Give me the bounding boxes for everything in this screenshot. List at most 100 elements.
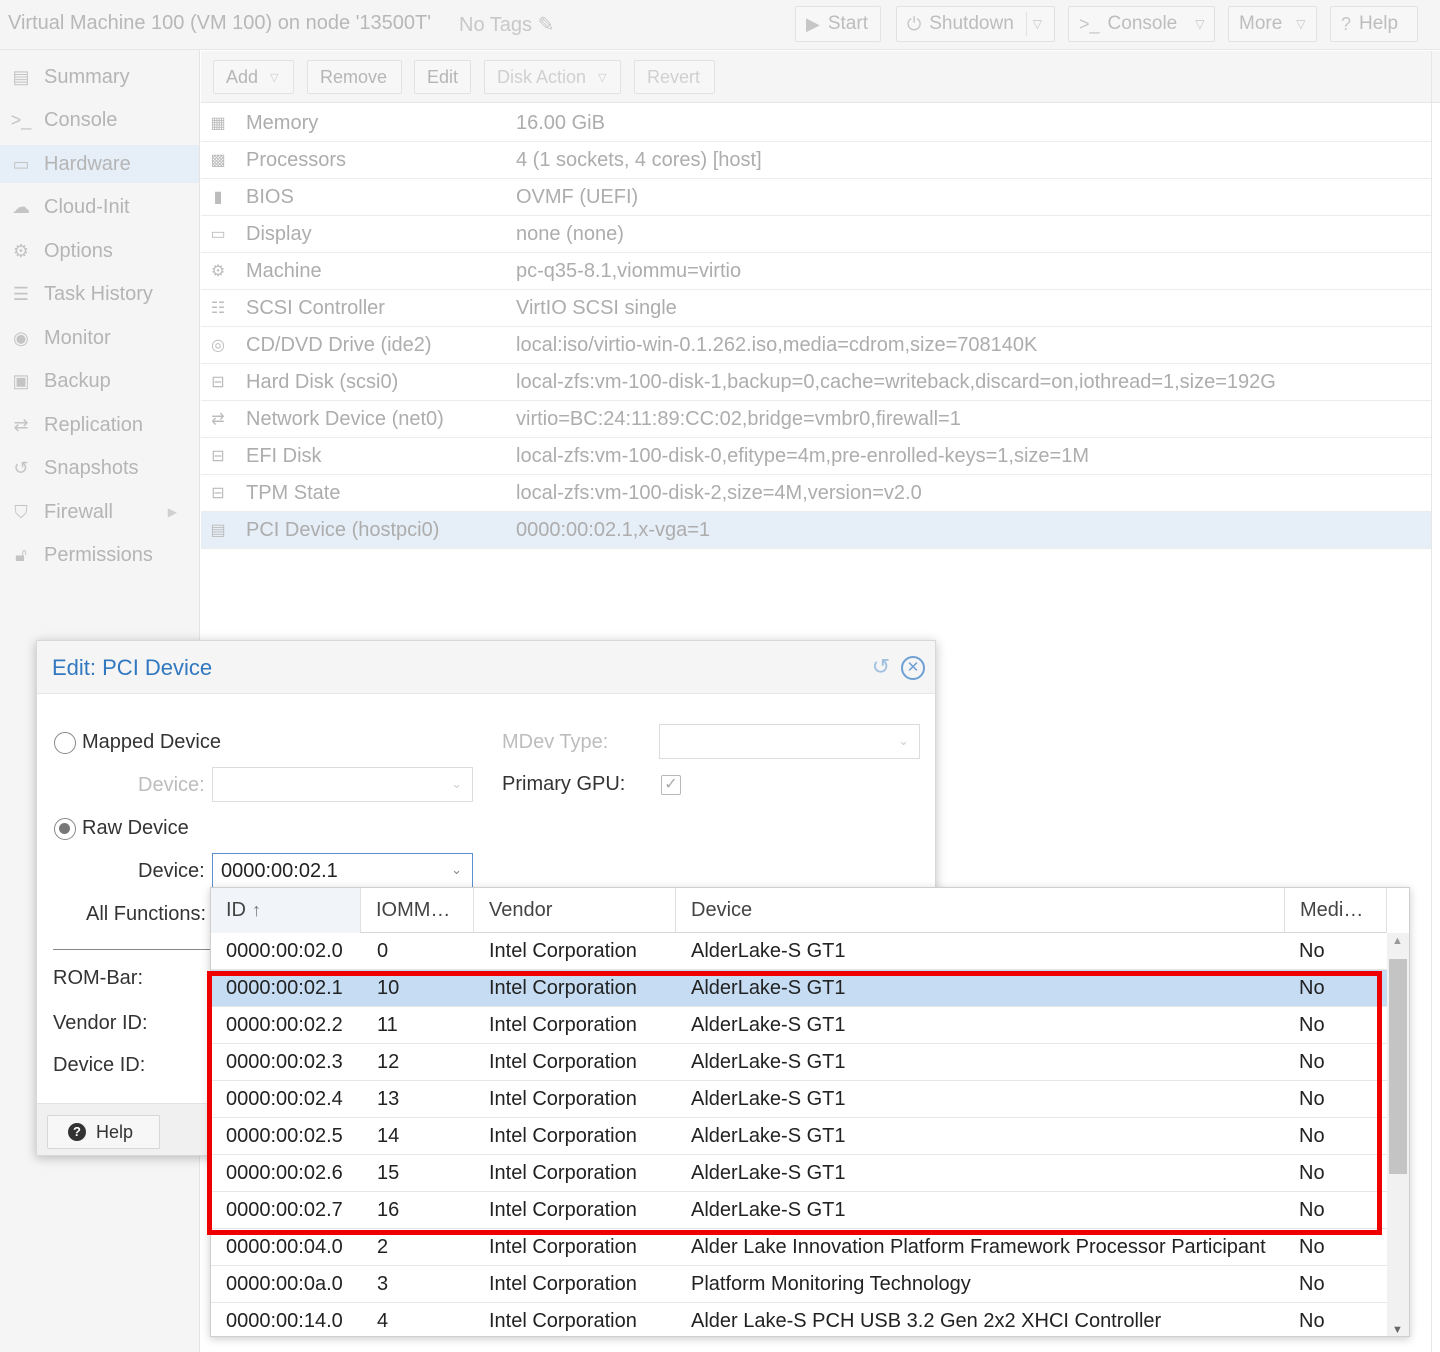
console-button[interactable]: >_ Console ▽ [1068, 6, 1215, 42]
hardware-row-efi-disk[interactable]: ⊟ EFI Disk local-zfs:vm-100-disk-0,efitype… [201, 438, 1431, 475]
cell-device: AlderLake-S GT1 [691, 1125, 846, 1147]
cell-mediated: No [1299, 940, 1325, 962]
primary-gpu-checkbox[interactable]: ✓ [661, 775, 681, 795]
picker-scrollbar[interactable]: ▲ ▼ [1387, 933, 1409, 1336]
cell-device: AlderLake-S GT1 [691, 1162, 846, 1184]
column-header-device[interactable]: Device [676, 888, 1285, 933]
sidebar-item-cloud-init[interactable]: ☁ Cloud-Init [0, 188, 199, 226]
table-row[interactable]: 0000:00:02.1 10 Intel Corporation AlderLake… [211, 970, 1387, 1007]
sidebar-item-firewall[interactable]: ⛉ Firewall ▶ [0, 493, 199, 531]
sidebar-item-summary[interactable]: ▤ Summary [0, 58, 199, 96]
column-header-mediated[interactable]: Medi… [1285, 888, 1387, 933]
cell-mediated: No [1299, 1236, 1325, 1258]
dialog-title: Edit: PCI Device [52, 655, 213, 680]
scroll-up-icon[interactable]: ▲ [1392, 935, 1403, 947]
close-icon[interactable]: ✕ [901, 656, 925, 680]
cell-iommu: 11 [377, 1014, 398, 1036]
sidebar-item-permissions[interactable]: 🔓︎ Permissions [0, 536, 199, 574]
chevron-down-icon: ▽ [1296, 17, 1306, 31]
chevron-down-icon[interactable]: ▽ [1033, 17, 1042, 31]
exchange-icon: ⇄ [211, 411, 225, 428]
revert-button[interactable]: Revert [634, 60, 715, 94]
eye-icon: ◉ [13, 327, 29, 348]
remove-label: Remove [320, 66, 388, 87]
sidebar-item-replication[interactable]: ⇄ Replication [0, 406, 199, 444]
column-label: Device [691, 899, 753, 921]
hardware-row-processors[interactable]: ▩ Processors 4 (1 sockets, 4 cores) [host] [201, 142, 1431, 179]
chevron-down-icon: ⌄ [898, 733, 909, 748]
add-button[interactable]: Add ▽ [213, 60, 294, 94]
hardware-row-bios[interactable]: ▮ BIOS OVMF (UEFI) [201, 179, 1431, 216]
hardware-value: 0000:00:02.1,x-vga=1 [516, 518, 711, 541]
hardware-row-tpm-state[interactable]: ⊟ TPM State local-zfs:vm-100-disk-2,size=4… [201, 475, 1431, 512]
column-header-iommu[interactable]: IOMM… [361, 888, 474, 933]
hardware-row-pci-device[interactable]: ▤ PCI Device (hostpci0) 0000:00:02.1,x-vga… [201, 512, 1431, 549]
pencil-icon[interactable]: ✎ [538, 14, 555, 36]
expand-arrow-icon[interactable]: ▶ [168, 505, 177, 519]
sidebar-item-snapshots[interactable]: ↺ Snapshots [0, 449, 199, 487]
hardware-row-display[interactable]: ▭ Display none (none) [201, 216, 1431, 253]
tags-editor[interactable]: No Tags ✎ [459, 12, 554, 37]
sidebar-item-label: Permissions [44, 543, 153, 566]
help-button[interactable]: ? Help [47, 1115, 160, 1149]
hardware-value: VirtIO SCSI single [516, 296, 677, 319]
microchip-icon: ▮ [213, 189, 223, 206]
table-row[interactable]: 0000:00:02.7 16 Intel Corporation AlderLake… [211, 1192, 1387, 1229]
sidebar-item-backup[interactable]: ▣ Backup [0, 362, 199, 400]
hardware-row-machine[interactable]: ⚙ Machine pc-q35-8.1,viommu=virtio [201, 253, 1431, 290]
raw-device-radio[interactable] [54, 818, 76, 840]
edit-button[interactable]: Edit [414, 60, 471, 94]
table-row[interactable]: 0000:00:04.0 2 Intel Corporation Alder Lake… [211, 1229, 1387, 1266]
hardware-row-memory[interactable]: ▦ Memory 16.00 GiB [201, 105, 1431, 142]
column-header-vendor[interactable]: Vendor [474, 888, 676, 933]
chevron-down-icon[interactable]: ▽ [1195, 17, 1204, 31]
table-row[interactable]: 0000:00:02.0 0 Intel Corporation AlderLake-… [211, 933, 1387, 970]
mapped-device-radio[interactable] [54, 732, 76, 754]
cell-mediated: No [1299, 1125, 1325, 1147]
revert-label: Revert [647, 66, 701, 87]
help-header-button[interactable]: ? Help [1330, 6, 1418, 42]
hardware-row-cdrom[interactable]: ◎ CD/DVD Drive (ide2) local:iso/virtio-win… [201, 327, 1431, 364]
sidebar-item-task-history[interactable]: ☰ Task History [0, 275, 199, 313]
table-row[interactable]: 0000:00:14.0 4 Intel Corporation Alder Lake… [211, 1303, 1387, 1336]
cell-vendor: Intel Corporation [489, 1273, 637, 1295]
cell-iommu: 2 [377, 1236, 389, 1258]
power-icon: ⏻ [907, 13, 922, 34]
scrollbar-thumb[interactable] [1389, 959, 1407, 1174]
table-row[interactable]: 0000:00:0a.0 3 Intel Corporation Platform M… [211, 1266, 1387, 1303]
remove-button[interactable]: Remove [307, 60, 402, 94]
raw-device-value[interactable]: 0000:00:02.1 [221, 860, 338, 883]
scroll-down-icon[interactable]: ▼ [1392, 1324, 1403, 1336]
chevron-down-icon: ▽ [598, 71, 607, 84]
sidebar-item-console[interactable]: >_ Console [0, 101, 199, 139]
rom-bar-label: ROM-Bar: [53, 967, 143, 989]
hardware-value: local:iso/virtio-win-0.1.262.iso,media=c… [516, 333, 1038, 356]
hardware-row-hard-disk[interactable]: ⊟ Hard Disk (scsi0) local-zfs:vm-100-disk-… [201, 364, 1431, 401]
table-row[interactable]: 0000:00:02.6 15 Intel Corporation AlderLake… [211, 1155, 1387, 1192]
edit-label: Edit [427, 66, 459, 87]
cell-vendor: Intel Corporation [489, 1199, 637, 1221]
mdev-type-combo[interactable]: ⌄ [659, 724, 920, 759]
start-button[interactable]: ▶ Start [795, 6, 881, 42]
disk-action-button[interactable]: Disk Action ▽ [484, 60, 621, 94]
table-row[interactable]: 0000:00:02.3 12 Intel Corporation AlderLake… [211, 1044, 1387, 1081]
more-button[interactable]: More ▽ [1228, 6, 1317, 42]
sidebar-item-options[interactable]: ⚙ Options [0, 232, 199, 270]
table-row[interactable]: 0000:00:02.4 13 Intel Corporation AlderLake… [211, 1081, 1387, 1118]
table-row[interactable]: 0000:00:02.5 14 Intel Corporation AlderLake… [211, 1118, 1387, 1155]
sidebar-item-hardware[interactable]: ▭ Hardware [0, 145, 199, 183]
hardware-row-network[interactable]: ⇄ Network Device (net0) virtio=BC:24:11:89… [201, 401, 1431, 438]
shutdown-button[interactable]: ⏻ Shutdown ▽ [896, 6, 1055, 42]
column-header-id[interactable]: ID ↑ [211, 888, 361, 933]
sidebar-item-label: Task History [44, 282, 153, 305]
reset-icon[interactable]: ↺ [869, 655, 893, 679]
chevron-down-icon[interactable]: ⌄ [451, 862, 462, 878]
table-row[interactable]: 0000:00:02.2 11 Intel Corporation AlderLake… [211, 1007, 1387, 1044]
mapped-device-combo[interactable]: ⌄ [212, 767, 473, 802]
list-icon: ☰ [12, 283, 30, 304]
hardware-row-scsi-controller[interactable]: ☷ SCSI Controller VirtIO SCSI single [201, 290, 1431, 327]
raw-device-combo[interactable]: 0000:00:02.1 ⌄ [212, 853, 473, 888]
sidebar-item-monitor[interactable]: ◉ Monitor [0, 319, 199, 357]
cell-device: AlderLake-S GT1 [691, 1088, 846, 1110]
start-label: Start [827, 13, 868, 34]
